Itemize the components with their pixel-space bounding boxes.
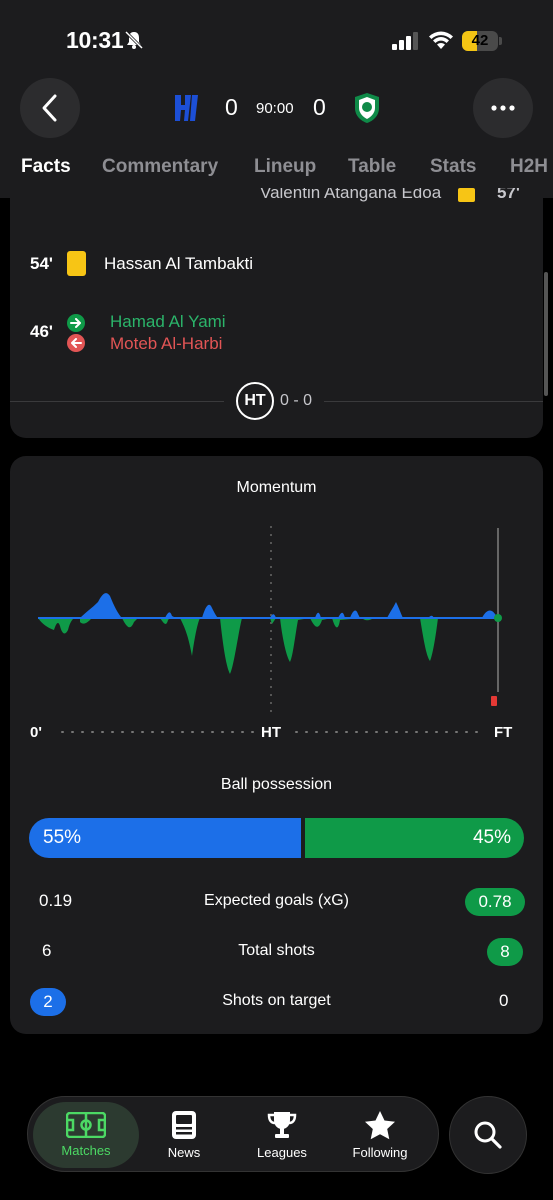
tab-bar: Facts Commentary Lineup Table Stats H2H — [0, 156, 553, 186]
event-minute: 54' — [30, 254, 53, 273]
status-time: 10:31 — [66, 27, 124, 53]
nav-label: Matches — [61, 1143, 111, 1158]
possession-home-value: 55% — [43, 827, 82, 848]
scrollbar[interactable] — [544, 272, 548, 396]
battery-level: 42 — [471, 32, 489, 49]
trophy-icon — [267, 1112, 297, 1138]
nav-following[interactable]: Following — [340, 1097, 420, 1173]
signal-icon — [392, 32, 418, 50]
battery-icon: 42 — [462, 31, 502, 51]
stat-away-value: 8 — [487, 938, 523, 966]
sub-player-out[interactable]: Moteb Al-Harbi — [110, 334, 222, 354]
tab-stats[interactable]: Stats — [430, 156, 476, 178]
momentum-end-label: FT — [494, 724, 513, 741]
sub-out-icon — [67, 334, 85, 352]
home-score: 0 — [225, 94, 238, 120]
tab-h2h[interactable]: H2H — [510, 156, 548, 178]
more-button[interactable] — [473, 78, 533, 138]
tab-commentary[interactable]: Commentary — [102, 156, 218, 178]
stat-label: Expected goals (xG) — [204, 892, 349, 909]
star-icon — [365, 1111, 395, 1140]
momentum-start-label: 0' — [30, 724, 42, 741]
stat-row-total-shots: 6 Total shots 8 — [10, 937, 543, 967]
event-player: Valentin Atangana Edoa — [260, 188, 442, 202]
momentum-half-label: HT — [261, 724, 281, 741]
back-button[interactable] — [20, 78, 80, 138]
possession-home-bar: 55% — [29, 818, 301, 858]
bottom-nav: Matches News Leagues Following — [27, 1096, 439, 1172]
back-arrow-icon — [42, 94, 57, 122]
stat-label: Total shots — [238, 942, 315, 959]
stat-away-value: 0 — [499, 991, 509, 1010]
nav-label: Following — [352, 1145, 408, 1160]
tab-lineup[interactable]: Lineup — [254, 156, 316, 178]
away-score: 0 — [313, 94, 326, 120]
pitch-icon — [66, 1112, 106, 1138]
stats-card: Momentum 0' HT FT Ball possession 55% 45… — [10, 456, 543, 1034]
event-minute: 57' — [497, 188, 520, 202]
halftime-badge: HT — [236, 382, 274, 420]
away-team-crest[interactable] — [353, 92, 381, 124]
nav-matches[interactable]: Matches — [33, 1102, 139, 1168]
event-player[interactable]: Hassan Al Tambakti — [104, 254, 253, 274]
nav-news[interactable]: News — [146, 1097, 222, 1173]
stat-row-shots-on-target: 2 Shots on target 0 — [10, 987, 543, 1017]
nav-leagues[interactable]: Leagues — [242, 1097, 322, 1173]
yellow-card-icon — [67, 251, 86, 276]
match-clock: 90:00 — [256, 100, 294, 117]
search-button[interactable] — [449, 1096, 527, 1174]
status-bar: 10:31 42 — [0, 0, 553, 80]
nav-label: News — [167, 1145, 201, 1160]
search-icon — [474, 1121, 502, 1149]
match-header: 0 90:00 0 Facts Commentary Lineup Table … — [0, 78, 553, 198]
more-icon — [491, 105, 515, 111]
possession-away-bar: 45% — [305, 818, 524, 858]
stat-row-xg: 0.19 Expected goals (xG) 0.78 — [10, 887, 543, 917]
tab-table[interactable]: Table — [348, 156, 396, 178]
red-card-marker — [491, 696, 497, 706]
momentum-current-marker — [494, 614, 502, 622]
events-card: Valentin Atangana Edoa 57' 54' Hassan Al… — [10, 188, 543, 438]
nav-label: Leagues — [257, 1145, 307, 1160]
sub-player-in[interactable]: Hamad Al Yami — [110, 312, 226, 332]
stat-away-value: 0.78 — [465, 888, 525, 916]
sub-in-icon — [67, 314, 85, 332]
home-team-crest[interactable] — [172, 93, 200, 123]
news-icon — [172, 1111, 196, 1139]
event-minute: 46' — [30, 322, 53, 341]
wifi-icon — [429, 31, 453, 49]
bell-slash-icon — [124, 30, 144, 50]
halftime-score: 0 - 0 — [280, 392, 313, 409]
stat-label: Shots on target — [222, 992, 331, 1009]
event-row-partial: Valentin Atangana Edoa 57' — [10, 188, 543, 206]
possession-title: Ball possession — [220, 776, 333, 793]
possession-away-value: 45% — [472, 827, 511, 848]
tab-facts[interactable]: Facts — [21, 156, 71, 178]
momentum-title: Momentum — [236, 479, 317, 496]
yellow-card-icon — [458, 188, 475, 202]
